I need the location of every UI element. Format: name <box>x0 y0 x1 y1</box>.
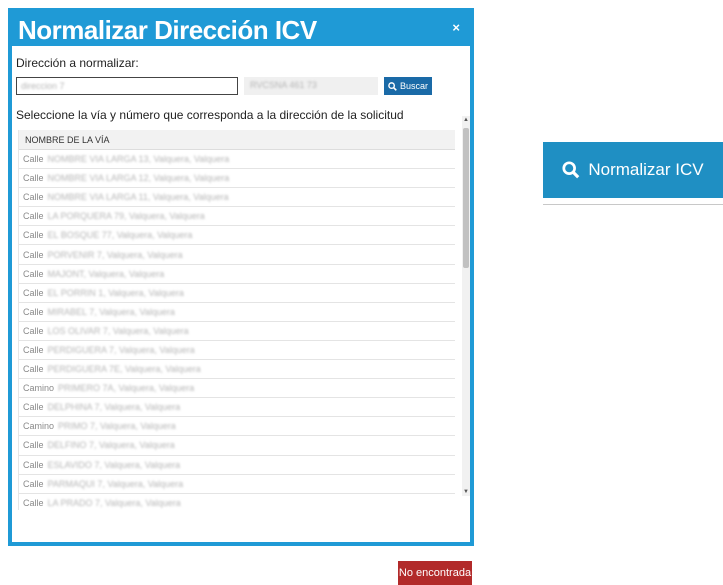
column-header: NOMBRE DE LA VÍA <box>19 130 455 150</box>
street-table: NOMBRE DE LA VÍA Calle NOMBRE VIA LARGA 1… <box>18 130 459 510</box>
street-type: Calle <box>23 440 44 451</box>
street-type: Calle <box>23 306 44 317</box>
street-type: Calle <box>23 230 44 241</box>
table-row[interactable]: Calle PORVENIR 7, Valquera, Valquera <box>19 245 455 265</box>
search-icon <box>388 81 397 91</box>
table-row[interactable]: Camino PRIMERO 7A, Valquera, Valquera <box>19 379 455 399</box>
table-body: Calle NOMBRE VIA LARGA 13, Valquera, Valq… <box>19 150 459 510</box>
street-detail: MIRABEL 7, Valquera, Valquera <box>47 306 175 317</box>
table-row[interactable]: Calle MIRABEL 7, Valquera, Valquera <box>19 303 455 322</box>
divider <box>543 204 723 205</box>
table-row[interactable]: Calle DELPHINA 7, Valquera, Valquera <box>19 398 455 418</box>
street-detail: PARMAQUI 7, Valquera, Valquera <box>47 478 184 489</box>
street-detail: MAJONT, Valquera, Valquera <box>47 268 165 279</box>
scroll-up-icon[interactable]: ▲ <box>462 116 470 124</box>
table-row[interactable]: Calle LA PRADO 7, Valquera, Valquera <box>19 494 455 510</box>
instruction-text: Seleccione la vía y número que correspon… <box>16 108 404 122</box>
normalize-icv-button[interactable]: Normalizar ICV <box>543 142 723 198</box>
street-detail: EL PORRIN 1, Valquera, Valquera <box>47 287 184 298</box>
street-detail: PERDIGUERA 7E, Valquera, Valquera <box>47 364 201 375</box>
table-row[interactable]: Calle LOS OLIVAR 7, Valquera, Valquera <box>19 322 455 341</box>
modal-title: Normalizar Dirección ICV <box>18 15 317 45</box>
street-detail: DELPHINA 7, Valquera, Valquera <box>47 402 181 413</box>
table-row[interactable]: Camino PRIMO 7, Valquera, Valquera <box>19 417 455 437</box>
street-type: Calle <box>23 249 44 260</box>
street-type: Calle <box>23 268 44 279</box>
table-row[interactable]: Calle LA PORQUERA 79, Valquera, Valquera <box>19 207 455 227</box>
street-detail: EL BOSQUE 77, Valquera, Valquera <box>47 230 193 241</box>
street-type: Calle <box>23 344 44 355</box>
address-input[interactable]: direccion 7 <box>16 77 238 95</box>
street-type: Calle <box>23 325 44 336</box>
street-detail: NOMBRE VIA LARGA 12, Valquera, Valquera <box>47 173 230 184</box>
table-row[interactable]: Calle MAJONT, Valquera, Valquera <box>19 265 455 284</box>
street-detail: ESLAVIDO 7, Valquera, Valquera <box>47 459 181 470</box>
street-type: Calle <box>23 173 44 184</box>
street-detail: DELFINO 7, Valquera, Valquera <box>47 440 175 451</box>
table-row[interactable]: Calle EL PORRIN 1, Valquera, Valquera <box>19 284 455 303</box>
table-scrollbar[interactable]: ▲ ▼ <box>462 116 470 496</box>
street-detail: NOMBRE VIA LARGA 13, Valquera, Valquera <box>47 154 230 165</box>
table-row[interactable]: Calle PERDIGUERA 7E, Valquera, Valquera <box>19 360 455 380</box>
street-type: Camino <box>23 421 55 432</box>
search-icon <box>562 161 580 179</box>
street-type: Calle <box>23 459 44 470</box>
street-type: Calle <box>23 478 44 489</box>
scroll-down-icon[interactable]: ▼ <box>462 488 470 496</box>
street-detail: PRIMO 7, Valquera, Valquera <box>58 421 176 432</box>
postal-code-value: RVCSNA 461 73 <box>250 80 317 90</box>
not-found-button[interactable]: No encontrada <box>398 561 472 585</box>
table-row[interactable]: Calle PARMAQUI 7, Valquera, Valquera <box>19 475 455 494</box>
table-row[interactable]: Calle PERDIGUERA 7, Valquera, Valquera <box>19 341 455 361</box>
street-detail: PERDIGUERA 7, Valquera, Valquera <box>47 344 195 355</box>
search-button-label: Buscar <box>399 81 428 91</box>
street-detail: LA PORQUERA 79, Valquera, Valquera <box>47 211 205 222</box>
table-row[interactable]: Calle EL BOSQUE 77, Valquera, Valquera <box>19 226 455 246</box>
street-detail: NOMBRE VIA LARGA 11, Valquera, Valquera <box>47 192 229 203</box>
table-row[interactable]: Calle NOMBRE VIA LARGA 12, Valquera, Valq… <box>19 169 455 189</box>
street-type: Calle <box>23 287 44 298</box>
street-type: Calle <box>23 364 44 375</box>
normalize-icv-label: Normalizar ICV <box>588 160 704 179</box>
street-type: Calle <box>23 211 44 222</box>
street-detail: PORVENIR 7, Valquera, Valquera <box>47 249 183 260</box>
address-label: Dirección a normalizar: <box>16 56 139 70</box>
street-type: Calle <box>23 192 44 203</box>
modal-body: Dirección a normalizar: direccion 7 RVCS… <box>12 46 472 585</box>
table-row[interactable]: Calle ESLAVIDO 7, Valquera, Valquera <box>19 456 455 475</box>
street-detail: LOS OLIVAR 7, Valquera, Valquera <box>47 325 189 336</box>
street-type: Camino <box>23 383 55 394</box>
postal-code-field: RVCSNA 461 73 <box>244 77 378 95</box>
scroll-thumb[interactable] <box>463 128 469 268</box>
table-row[interactable]: Calle NOMBRE VIA LARGA 13, Valquera, Valq… <box>19 150 455 170</box>
street-type: Calle <box>23 154 44 165</box>
close-icon[interactable]: × <box>452 20 460 35</box>
street-type: Calle <box>23 402 44 413</box>
street-type: Calle <box>23 497 44 508</box>
search-button[interactable]: Buscar <box>384 77 432 95</box>
street-detail: LA PRADO 7, Valquera, Valquera <box>47 497 181 508</box>
table-row[interactable]: Calle NOMBRE VIA LARGA 11, Valquera, Valq… <box>19 188 455 208</box>
table-row[interactable]: Calle DELFINO 7, Valquera, Valquera <box>19 436 455 456</box>
address-value: direccion 7 <box>21 81 65 91</box>
normalize-modal: Normalizar Dirección ICV × Dirección a n… <box>8 8 474 585</box>
street-detail: PRIMERO 7A, Valquera, Valquera <box>58 383 195 394</box>
